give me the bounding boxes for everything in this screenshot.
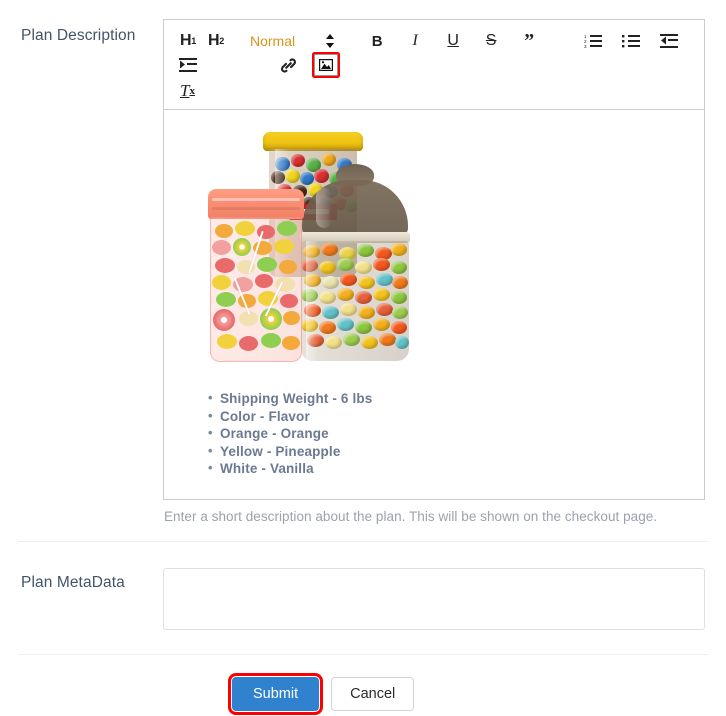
submit-button[interactable]: Submit (227, 673, 324, 715)
format-picker-value: Normal (250, 33, 296, 49)
plan-metadata-label: Plan MetaData (21, 574, 125, 591)
list-item: Color - Flavor (208, 407, 686, 426)
cancel-button[interactable]: Cancel (331, 677, 415, 711)
bold-button[interactable]: B (365, 29, 389, 53)
form-actions: Submit Cancel (0, 655, 726, 715)
jelly-bean-jar-body (301, 241, 409, 361)
jelly-bean-jar (294, 164, 416, 364)
fruit-candy-jar (206, 189, 306, 364)
indent-icon[interactable] (176, 53, 200, 77)
list-item: Shipping Weight - 6 lbs (208, 389, 686, 408)
format-picker[interactable]: Normal (250, 33, 335, 49)
clear-formatting-button[interactable]: Tx (178, 79, 692, 103)
ordered-list-icon[interactable]: 1 2 3 (581, 29, 605, 53)
editor-content-area[interactable]: Shipping Weight - 6 lbs Color - Flavor O… (164, 110, 704, 499)
clear-formatting-sub: x (189, 85, 195, 97)
bullet-list-icon[interactable] (619, 29, 643, 53)
svg-text:3: 3 (584, 44, 587, 49)
strikethrough-button[interactable]: S (479, 29, 503, 53)
plan-metadata-input[interactable] (163, 568, 705, 630)
heading-2-button[interactable]: H2 (204, 29, 228, 53)
candy-jars-image (206, 132, 416, 364)
plan-description-row: Plan Description H1 H2 Normal B I U S ” … (0, 0, 726, 524)
list-item: White - Vanilla (208, 459, 686, 478)
link-icon[interactable] (276, 53, 300, 77)
heading-1-button[interactable]: H1 (176, 29, 200, 53)
heading-2-sub: 2 (219, 36, 224, 46)
glass-lid (302, 180, 408, 236)
coral-lid (208, 189, 304, 219)
image-icon[interactable] (312, 52, 340, 78)
blockquote-button[interactable]: ” (517, 29, 541, 53)
clear-formatting-label: T (180, 81, 190, 100)
list-item: Orange - Orange (208, 424, 686, 443)
plan-metadata-control (163, 568, 705, 635)
plan-description-label: Plan Description (21, 27, 136, 44)
plan-metadata-row: Plan MetaData (0, 542, 726, 635)
editor-toolbar: H1 H2 Normal B I U S ” 1 2 3 T x (164, 20, 704, 110)
heading-1-sub: 1 (191, 36, 196, 46)
heading-2-label: H (208, 32, 220, 49)
plan-description-control: H1 H2 Normal B I U S ” 1 2 3 T x • Shipp… (163, 19, 705, 524)
fruit-jar-body (210, 217, 302, 362)
outdent-icon[interactable] (657, 29, 681, 53)
rich-text-editor[interactable]: H1 H2 Normal B I U S ” 1 2 3 T x • Shipp… (163, 19, 705, 500)
heading-1-label: H (180, 32, 192, 49)
italic-button[interactable]: I (403, 29, 427, 53)
plan-description-help-text: Enter a short description about the plan… (164, 509, 658, 524)
list-item: Yellow - Pineapple (208, 442, 686, 461)
underline-button[interactable]: U (441, 29, 465, 53)
description-bullet-list: Shipping Weight - 6 lbs Color - Flavor O… (182, 389, 686, 478)
chevron-updown-icon (325, 33, 335, 49)
